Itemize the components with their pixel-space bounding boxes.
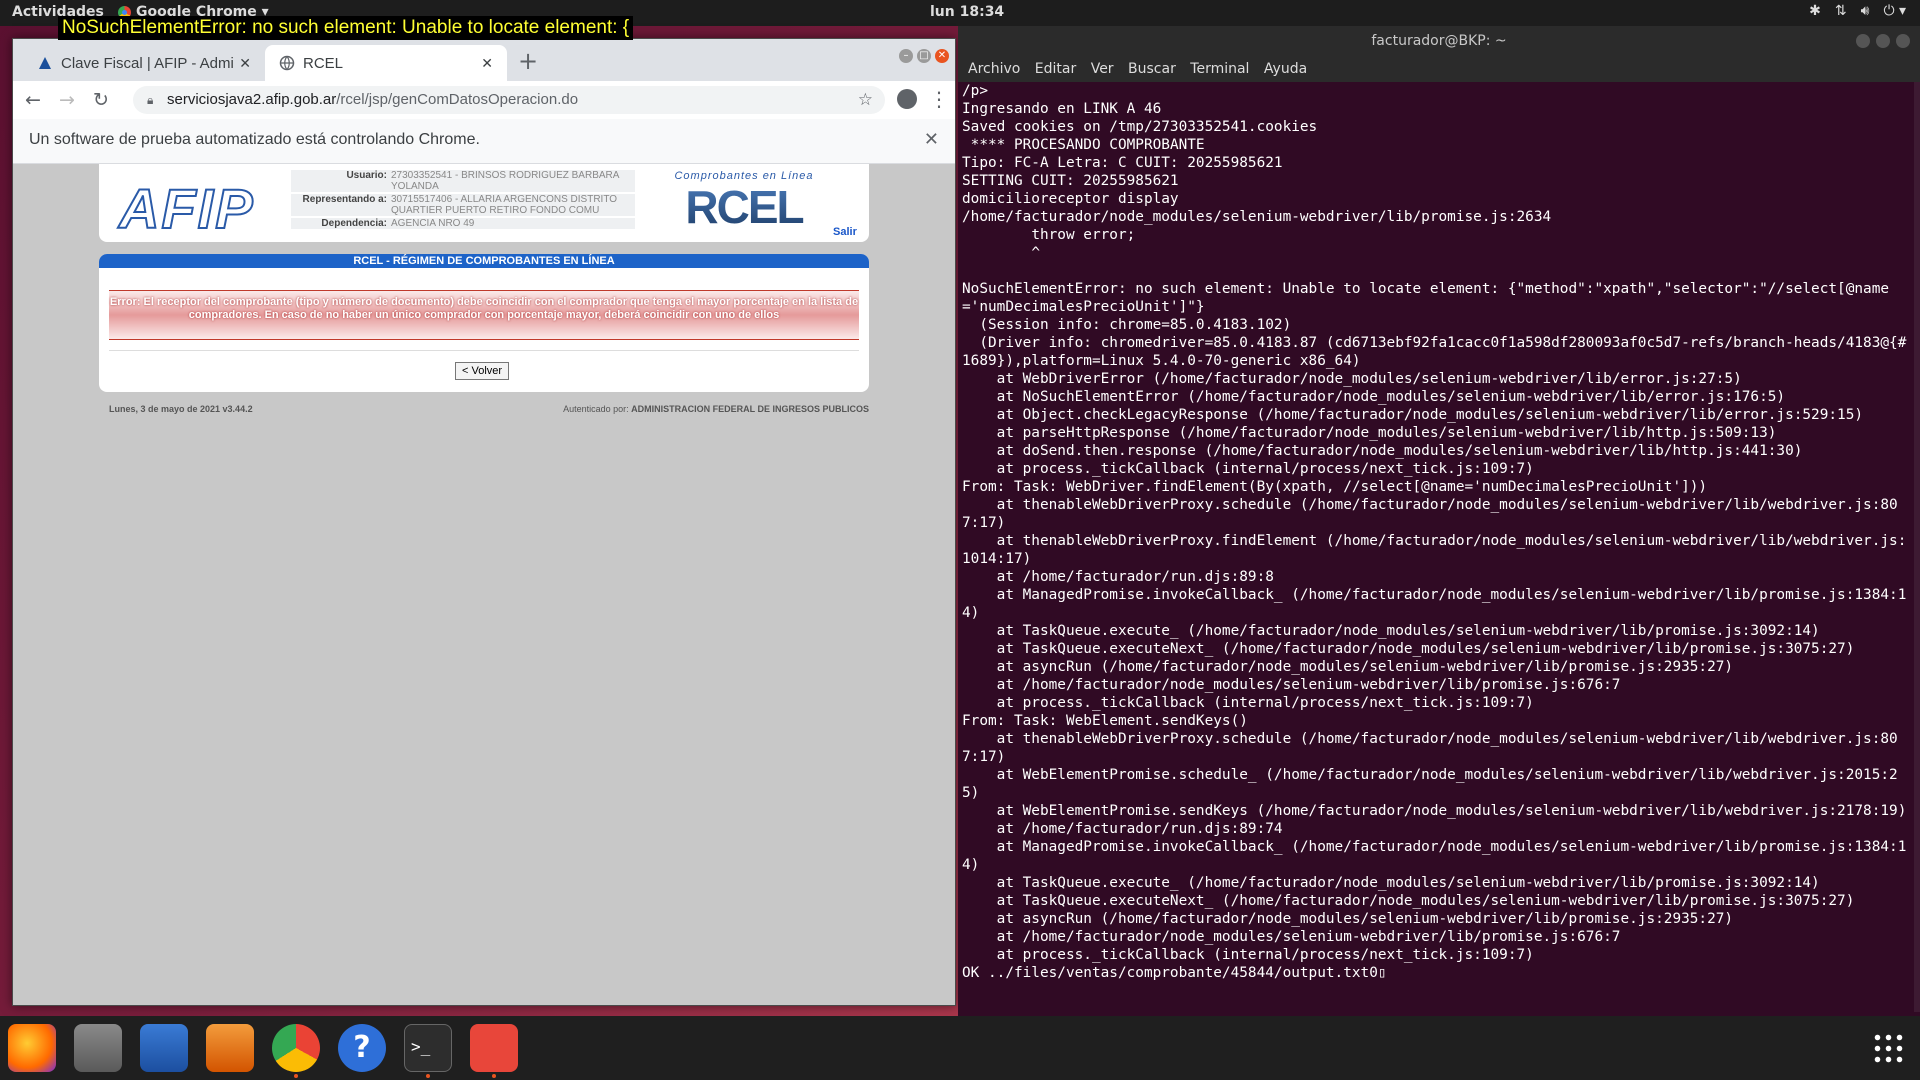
back-icon[interactable]: ← xyxy=(25,89,41,111)
chrome-icon[interactable] xyxy=(272,1024,320,1072)
menu-terminal[interactable]: Terminal xyxy=(1190,56,1249,82)
terminal-scrollbar[interactable] xyxy=(1914,82,1920,1012)
software-icon[interactable] xyxy=(206,1024,254,1072)
automation-infobar: Un software de prueba automatizado está … xyxy=(13,119,955,164)
page-footer: Lunes, 3 de mayo de 2021 v3.44.2 Autenti… xyxy=(109,404,869,414)
writer-icon[interactable] xyxy=(140,1024,188,1072)
represented-row: Representando a: 30715517406 - ALLARIA A… xyxy=(291,194,635,216)
main-panel: RCEL - RÉGIMEN DE COMPROBANTES EN LÍNEA … xyxy=(99,254,869,392)
account-icon[interactable] xyxy=(897,89,917,109)
terminal-menu: Archivo Editar Ver Buscar Terminal Ayuda xyxy=(958,56,1920,82)
tab-title: Clave Fiscal | AFIP - Admin xyxy=(61,54,234,72)
footer-auth-org: ADMINISTRACION FEDERAL DE INGRESOS PUBLI… xyxy=(631,404,869,414)
represented-value: 30715517406 - ALLARIA ARGENCONS DISTRITO… xyxy=(391,194,618,216)
divider xyxy=(109,350,859,351)
logout-link[interactable]: Salir xyxy=(833,226,857,238)
panel-title: RCEL - RÉGIMEN DE COMPROBANTES EN LÍNEA xyxy=(99,254,869,268)
rcel-logo: Comprobantes en Línea RCEL xyxy=(669,170,819,232)
terminal-title: facturador@BKP: ~ xyxy=(1371,33,1507,49)
menu-ayuda[interactable]: Ayuda xyxy=(1264,56,1307,82)
afip-header: AFIP Usuario: 27303352541 - BRINSOS RODR… xyxy=(99,164,869,242)
user-label: Usuario: xyxy=(346,170,387,181)
menu-archivo[interactable]: Archivo xyxy=(968,56,1020,82)
user-row: Usuario: 27303352541 - BRINSOS RODRIGUEZ… xyxy=(291,170,635,192)
lock-icon[interactable]: 🔒︎ xyxy=(147,86,153,114)
network-icon[interactable]: ⇅ xyxy=(1835,3,1847,19)
rcel-logo-text: RCEL xyxy=(669,182,819,232)
power-icon[interactable]: ⏻︎ ▾ xyxy=(1883,3,1906,19)
maximize-icon[interactable]: □ xyxy=(917,49,931,63)
running-indicator xyxy=(294,1074,298,1078)
show-apps-icon[interactable] xyxy=(1872,1032,1904,1064)
running-indicator xyxy=(426,1074,430,1078)
volume-icon[interactable]: 🔊︎ xyxy=(1861,3,1870,19)
tab-clave-fiscal[interactable]: Clave Fiscal | AFIP - Admin ✕ xyxy=(23,45,265,81)
chrome-window: Clave Fiscal | AFIP - Admin ✕ RCEL ✕ + –… xyxy=(12,38,956,1006)
page-content: AFIP Usuario: 27303352541 - BRINSOS RODR… xyxy=(13,164,955,1005)
terminal-title-bar: facturador@BKP: ~ xyxy=(958,26,1920,56)
close-tab-icon[interactable]: ✕ xyxy=(239,55,251,72)
error-tooltip: NoSuchElementError: no such element: Una… xyxy=(58,16,634,40)
terminal-icon[interactable]: >_ xyxy=(404,1024,452,1072)
menu-buscar[interactable]: Buscar xyxy=(1128,56,1176,82)
bookmark-star-icon[interactable]: ☆ xyxy=(858,86,873,114)
footer-auth-prefix: Autenticado por: xyxy=(563,404,632,414)
user-value: 27303352541 - BRINSOS RODRIGUEZ BARBARA … xyxy=(391,170,619,192)
bluetooth-icon[interactable]: ✱ xyxy=(1809,3,1821,19)
files-icon[interactable] xyxy=(74,1024,122,1072)
url-host: serviciosjava2.afip.gob.ar xyxy=(167,91,337,108)
afip-favicon-icon xyxy=(37,55,53,71)
close-window-icon[interactable]: ✕ xyxy=(935,49,949,63)
user-info: Usuario: 27303352541 - BRINSOS RODRIGUEZ… xyxy=(291,170,635,231)
terminal-window: facturador@BKP: ~ Archivo Editar Ver Bus… xyxy=(958,26,1920,1016)
git-icon[interactable] xyxy=(470,1024,518,1072)
running-indicator xyxy=(492,1074,496,1078)
dock: ? >_ xyxy=(0,1016,1920,1080)
new-tab-button[interactable]: + xyxy=(518,47,538,75)
tab-rcel[interactable]: RCEL ✕ xyxy=(265,45,507,81)
url-text: serviciosjava2.afip.gob.ar/rcel/jsp/genC… xyxy=(167,86,578,114)
browser-toolbar: ← → ↻ 🔒︎ serviciosjava2.afip.gob.ar/rcel… xyxy=(13,81,955,119)
tab-strip: Clave Fiscal | AFIP - Admin ✕ RCEL ✕ + –… xyxy=(13,39,955,81)
footer-date: Lunes, 3 de mayo de 2021 v3.44.2 xyxy=(109,404,253,414)
close-tab-icon[interactable]: ✕ xyxy=(481,55,493,72)
globe-icon xyxy=(279,55,295,71)
error-message: Error: El receptor del comprobante (tipo… xyxy=(109,290,859,340)
reload-icon[interactable]: ↻ xyxy=(93,89,109,111)
dependency-row: Dependencia: AGENCIA NRO 49 xyxy=(291,218,635,229)
dependency-value: AGENCIA NRO 49 xyxy=(391,218,475,229)
terminal-output[interactable]: /p> Ingresando en LINK A 46 Saved cookie… xyxy=(962,82,1908,1012)
back-button[interactable]: < Volver xyxy=(455,362,510,380)
footer-auth: Autenticado por: ADMINISTRACION FEDERAL … xyxy=(563,404,869,414)
system-tray[interactable]: ✱ ⇅ 🔊︎ ⏻︎ ▾ xyxy=(1809,3,1906,19)
menu-kebab-icon[interactable]: ⋮ xyxy=(929,87,949,111)
dependency-label: Dependencia: xyxy=(321,218,387,229)
menu-editar[interactable]: Editar xyxy=(1035,56,1076,82)
clock[interactable]: lun 18:34 xyxy=(930,4,1004,20)
close-window-icon[interactable] xyxy=(1896,34,1910,48)
minimize-icon[interactable] xyxy=(1856,34,1870,48)
forward-icon[interactable]: → xyxy=(59,89,75,111)
url-path: /rcel/jsp/genComDatosOperacion.do xyxy=(336,91,579,108)
firefox-icon[interactable] xyxy=(8,1024,56,1072)
infobar-text: Un software de prueba automatizado está … xyxy=(29,131,480,148)
address-bar[interactable]: 🔒︎ serviciosjava2.afip.gob.ar/rcel/jsp/g… xyxy=(133,86,885,114)
menu-ver[interactable]: Ver xyxy=(1091,56,1114,82)
afip-logo: AFIP xyxy=(118,176,255,241)
help-icon[interactable]: ? xyxy=(338,1024,386,1072)
maximize-icon[interactable] xyxy=(1876,34,1890,48)
minimize-icon[interactable]: – xyxy=(899,49,913,63)
tab-title: RCEL xyxy=(303,54,344,72)
represented-label: Representando a: xyxy=(302,194,387,205)
close-infobar-icon[interactable]: ✕ xyxy=(924,129,939,150)
